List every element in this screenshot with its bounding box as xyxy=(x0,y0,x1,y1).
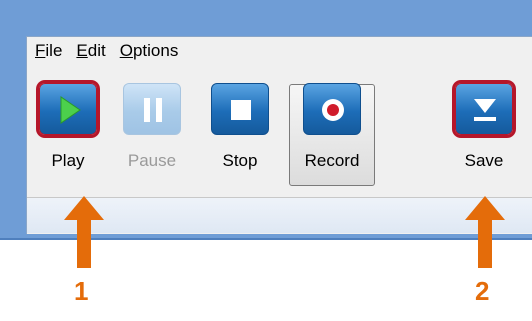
record-icon xyxy=(322,99,344,121)
menu-edit[interactable]: Edit xyxy=(76,41,105,61)
arrow-up-icon xyxy=(64,196,104,268)
callout-number-2: 2 xyxy=(475,276,490,306)
pause-button[interactable]: Pause xyxy=(115,79,189,179)
stop-label: Stop xyxy=(222,151,258,170)
play-button[interactable]: Play xyxy=(31,79,105,179)
play-icon xyxy=(60,96,81,124)
menu-options-label: ptions xyxy=(132,41,179,60)
play-button-face xyxy=(39,83,97,135)
save-label: Save xyxy=(464,151,504,170)
menu-file[interactable]: File xyxy=(35,41,62,61)
pause-label: Pause xyxy=(127,151,177,170)
stop-button[interactable]: Stop xyxy=(203,79,277,179)
menu-edit-label: dit xyxy=(87,41,106,60)
stop-button-face xyxy=(211,83,269,135)
menu-file-accelerator: F xyxy=(35,41,46,60)
save-button[interactable]: Save xyxy=(447,79,521,179)
play-label: Play xyxy=(51,151,85,170)
stop-icon xyxy=(231,100,251,120)
save-button-face xyxy=(455,83,513,135)
save-icon xyxy=(474,99,496,121)
record-button-face xyxy=(303,83,361,135)
pause-button-face xyxy=(123,83,181,135)
menu-bar: File Edit Options xyxy=(27,37,532,65)
menu-options[interactable]: Options xyxy=(120,41,179,61)
record-button[interactable]: Record xyxy=(295,79,369,179)
pause-icon xyxy=(144,98,162,122)
menu-file-label: ile xyxy=(45,41,63,60)
callout-number-1: 1 xyxy=(74,276,89,306)
record-label: Record xyxy=(304,151,360,170)
menu-options-accelerator: O xyxy=(119,41,133,60)
arrow-up-icon xyxy=(465,196,505,268)
menu-edit-accelerator: E xyxy=(76,41,88,60)
